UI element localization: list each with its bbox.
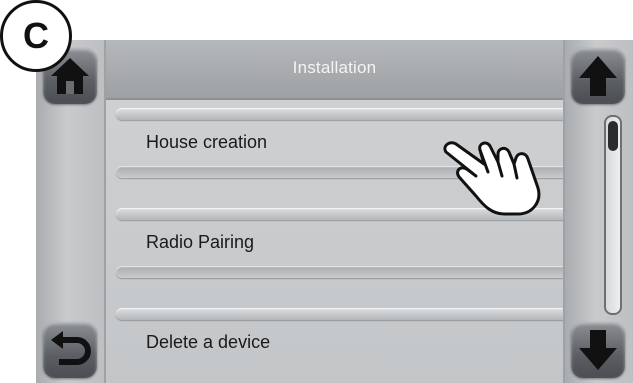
step-badge: C bbox=[0, 0, 72, 72]
scroll-down-button[interactable] bbox=[571, 322, 625, 378]
menu-item-delete-device[interactable]: Delete a device bbox=[116, 308, 570, 378]
menu-item-label: Radio Pairing bbox=[146, 232, 255, 252]
step-badge-label: C bbox=[23, 15, 49, 56]
menu-item-top-rail bbox=[116, 108, 570, 120]
arrow-up-icon bbox=[579, 56, 617, 96]
scrollbar-thumb[interactable] bbox=[608, 121, 618, 151]
pointing-hand-icon bbox=[443, 141, 541, 216]
menu-item-bottom-rail bbox=[116, 266, 570, 278]
scrollbar[interactable] bbox=[604, 115, 622, 315]
menu-item-top-rail bbox=[116, 308, 570, 320]
left-sidebar bbox=[36, 40, 106, 383]
back-arrow-icon bbox=[51, 331, 91, 365]
screen-header: Installation bbox=[106, 40, 563, 100]
arrow-down-icon bbox=[579, 330, 617, 370]
scroll-up-button[interactable] bbox=[571, 48, 625, 104]
menu-item-label: House creation bbox=[146, 132, 268, 152]
page-title: Installation bbox=[292, 58, 377, 77]
right-sidebar bbox=[563, 40, 633, 383]
menu-item-label: Delete a device bbox=[146, 332, 271, 352]
back-button[interactable] bbox=[43, 322, 97, 378]
